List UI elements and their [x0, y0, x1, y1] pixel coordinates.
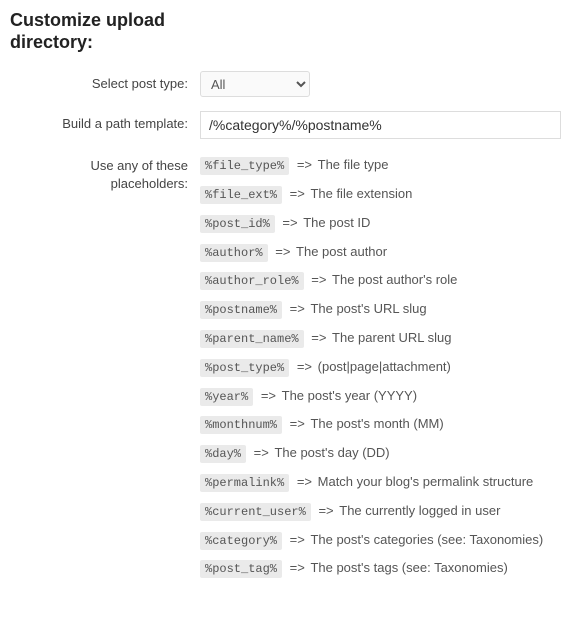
- arrow: =>: [293, 157, 315, 172]
- placeholder-description: The post's tags (see: Taxonomies): [310, 560, 507, 575]
- arrow: =>: [293, 359, 315, 374]
- placeholder-token: %category%: [200, 532, 282, 550]
- placeholder-row: %parent_name% => The parent URL slug: [200, 326, 561, 351]
- placeholder-token: %day%: [200, 445, 246, 463]
- arrow: =>: [293, 474, 315, 489]
- arrow: =>: [315, 503, 337, 518]
- placeholder-row: %current_user% => The currently logged i…: [200, 499, 561, 524]
- placeholder-token: %post_tag%: [200, 560, 282, 578]
- row-path-template: Build a path template:: [10, 111, 573, 139]
- placeholder-row: %year% => The post's year (YYYY): [200, 384, 561, 409]
- section-heading: Customize upload directory:: [10, 10, 190, 53]
- placeholder-row: %file_ext% => The file extension: [200, 182, 561, 207]
- arrow: =>: [286, 301, 308, 316]
- placeholder-token: %monthnum%: [200, 416, 282, 434]
- arrow: =>: [272, 244, 294, 259]
- arrow: =>: [250, 445, 272, 460]
- placeholder-row: %post_tag% => The post's tags (see: Taxo…: [200, 556, 561, 581]
- arrow: =>: [257, 388, 279, 403]
- placeholder-token: %parent_name%: [200, 330, 304, 348]
- placeholder-token: %post_id%: [200, 215, 275, 233]
- post-type-select[interactable]: All: [200, 71, 310, 97]
- placeholder-token: %file_ext%: [200, 186, 282, 204]
- arrow: =>: [308, 272, 330, 287]
- placeholder-description: Match your blog's permalink structure: [318, 474, 534, 489]
- placeholder-token: %author%: [200, 244, 268, 262]
- placeholder-row: %monthnum% => The post's month (MM): [200, 412, 561, 437]
- placeholder-token: %current_user%: [200, 503, 311, 521]
- placeholder-list: %file_type% => The file type %file_ext% =…: [200, 153, 573, 585]
- arrow: =>: [308, 330, 330, 345]
- placeholder-description: The post's day (DD): [274, 445, 389, 460]
- path-template-input[interactable]: [200, 111, 561, 139]
- row-post-type: Select post type: All: [10, 71, 573, 97]
- row-placeholders: Use any of these placeholders: %file_typ…: [10, 153, 573, 585]
- placeholder-token: %year%: [200, 388, 253, 406]
- arrow: =>: [286, 186, 308, 201]
- arrow: =>: [286, 560, 308, 575]
- placeholder-token: %permalink%: [200, 474, 289, 492]
- placeholder-token: %postname%: [200, 301, 282, 319]
- placeholder-description: The post's URL slug: [310, 301, 426, 316]
- placeholder-row: %post_type% => (post|page|attachment): [200, 355, 561, 380]
- placeholder-token: %file_type%: [200, 157, 289, 175]
- label-post-type: Select post type:: [10, 71, 200, 93]
- placeholder-description: The post's categories (see: Taxonomies): [310, 532, 543, 547]
- placeholder-row: %author% => The post author: [200, 240, 561, 265]
- placeholder-description: The post author's role: [332, 272, 457, 287]
- placeholder-row: %file_type% => The file type: [200, 153, 561, 178]
- placeholder-description: The currently logged in user: [339, 503, 500, 518]
- placeholder-description: The file extension: [310, 186, 412, 201]
- placeholder-token: %author_role%: [200, 272, 304, 290]
- placeholder-row: %postname% => The post's URL slug: [200, 297, 561, 322]
- arrow: =>: [279, 215, 301, 230]
- placeholder-description: The post's year (YYYY): [282, 388, 417, 403]
- placeholder-row: %post_id% => The post ID: [200, 211, 561, 236]
- arrow: =>: [286, 416, 308, 431]
- label-placeholders: Use any of these placeholders:: [10, 153, 200, 192]
- arrow: =>: [286, 532, 308, 547]
- placeholder-description: The file type: [318, 157, 389, 172]
- placeholder-token: %post_type%: [200, 359, 289, 377]
- label-path-template: Build a path template:: [10, 111, 200, 133]
- placeholder-row: %day% => The post's day (DD): [200, 441, 561, 466]
- placeholder-row: %author_role% => The post author's role: [200, 268, 561, 293]
- placeholder-description: The post author: [296, 244, 387, 259]
- placeholder-description: The post ID: [303, 215, 370, 230]
- placeholder-row: %permalink% => Match your blog's permali…: [200, 470, 561, 495]
- placeholder-description: The parent URL slug: [332, 330, 451, 345]
- placeholder-description: The post's month (MM): [310, 416, 443, 431]
- placeholder-description: (post|page|attachment): [318, 359, 451, 374]
- placeholder-row: %category% => The post's categories (see…: [200, 528, 561, 553]
